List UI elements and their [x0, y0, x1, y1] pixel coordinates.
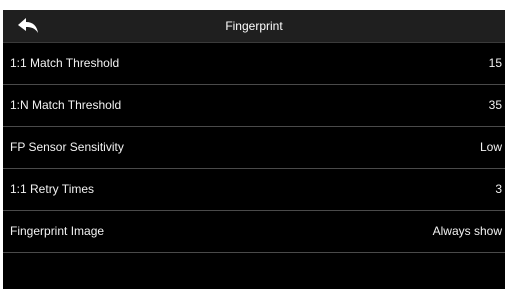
- settings-list: 1:1 Match Threshold 15 1:N Match Thresho…: [3, 43, 505, 253]
- setting-row-1-1-match-threshold[interactable]: 1:1 Match Threshold 15: [3, 43, 505, 85]
- setting-value: Always show: [432, 224, 502, 238]
- setting-label: FP Sensor Sensitivity: [10, 140, 124, 154]
- setting-label: Fingerprint Image: [10, 224, 105, 238]
- back-button[interactable]: [3, 10, 53, 42]
- setting-label: 1:1 Match Threshold: [10, 56, 120, 70]
- setting-row-1-n-match-threshold[interactable]: 1:N Match Threshold 35: [3, 85, 505, 127]
- setting-label: 1:1 Retry Times: [10, 182, 95, 196]
- setting-label: 1:N Match Threshold: [10, 98, 122, 112]
- setting-value: Low: [479, 140, 502, 154]
- setting-value: 35: [488, 98, 502, 112]
- setting-row-1-1-retry-times[interactable]: 1:1 Retry Times 3: [3, 169, 505, 211]
- setting-row-fingerprint-image[interactable]: Fingerprint Image Always show: [3, 211, 505, 253]
- setting-value: 3: [495, 182, 502, 196]
- page-title: Fingerprint: [225, 19, 283, 33]
- device-screen: Fingerprint 1:1 Match Threshold 15 1:N M…: [3, 10, 505, 289]
- setting-value: 15: [488, 56, 502, 70]
- setting-row-fp-sensor-sensitivity[interactable]: FP Sensor Sensitivity Low: [3, 127, 505, 169]
- back-arrow-icon: [18, 18, 38, 33]
- title-bar: Fingerprint: [3, 10, 505, 43]
